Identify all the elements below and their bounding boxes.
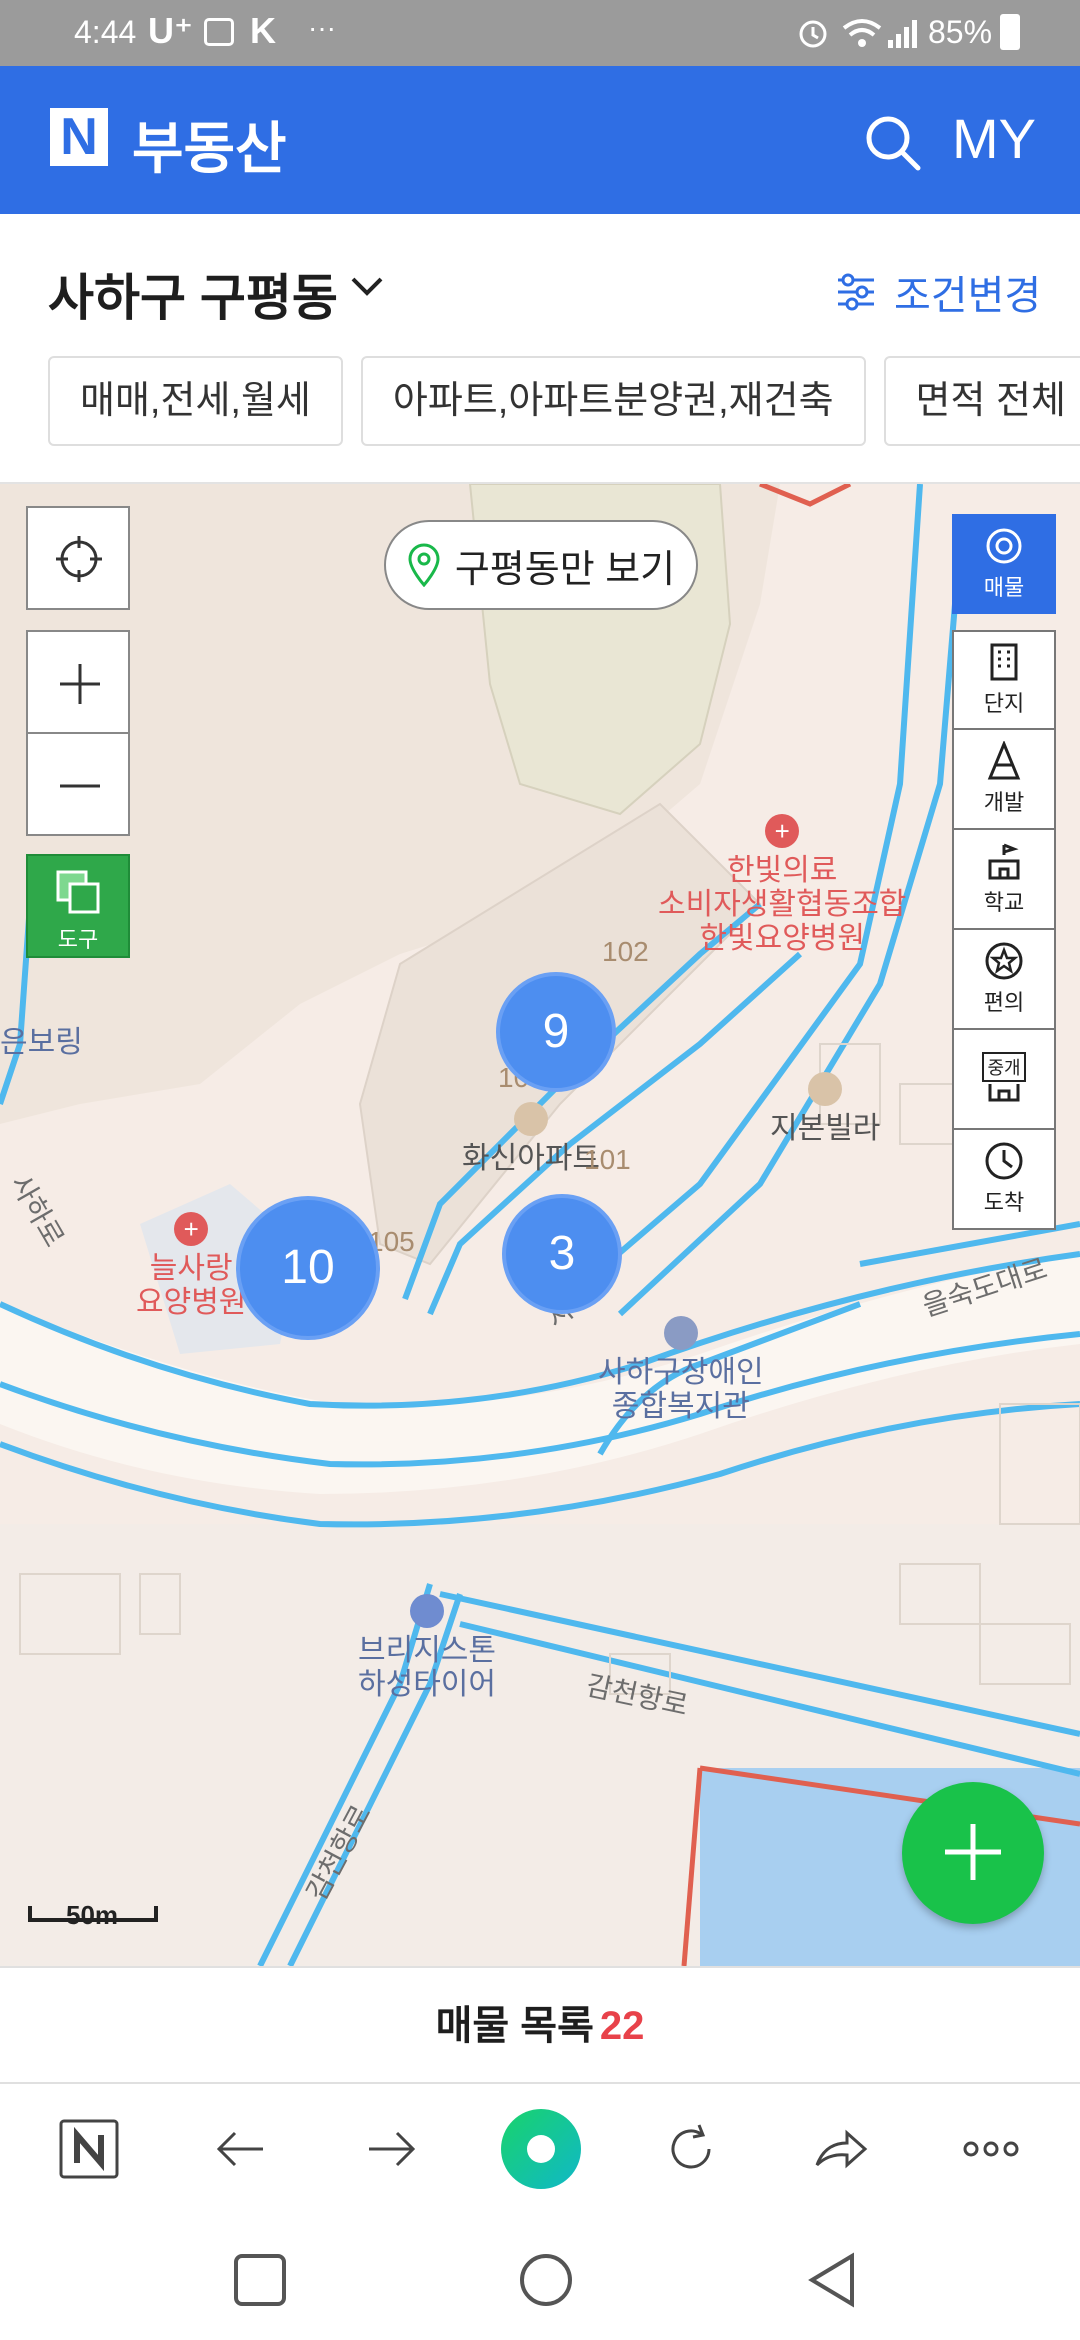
poi-bridgestone[interactable]: 브리지스톤 하성타이어 [358,1594,496,1702]
green-dot-icon [501,2109,581,2189]
listing-cluster[interactable]: 10 [236,1196,380,1340]
tools-label: 도구 [57,927,99,952]
target-icon [986,528,1022,564]
chip-property-type[interactable]: 아파트,아파트분양권,재건축 [360,356,866,446]
share-button[interactable] [806,2114,876,2184]
battery-percent: 85% [928,14,993,50]
apartment-icon [808,1072,843,1106]
poi-nursing-hospital[interactable]: + 늘사랑 요양병원 [136,1212,246,1320]
building-icon [663,1316,698,1350]
forward-button[interactable] [356,2114,426,2184]
more-dots-icon [963,2141,1019,2157]
map-view[interactable]: + 한빛의료 소비자생활협동조합 한빛요양병원 화신아파트 지본빌라 + 늘사랑… [0,484,1080,1966]
star-icon [985,942,1023,980]
map-layer-toolbar: 매물 단지 개발 학교 편의 중개 도착 [952,514,1056,1230]
location-filter-bar: 사하구 구평동 조건변경 매매,전세,월세 아파트,아파트분양권,재건축 면적 … [0,214,1080,484]
only-dong-button[interactable]: 구평동만 보기 [384,520,698,610]
chip-area[interactable]: 면적 전체 [883,356,1080,446]
page-title: 부동산 [132,117,287,180]
naver-home-button[interactable] [54,2114,124,2184]
add-fab-button[interactable] [902,1782,1044,1924]
layer-complex-button[interactable]: 단지 [952,630,1056,730]
naver-n-icon [59,2119,119,2179]
only-dong-label: 구평동만 보기 [454,548,676,591]
refresh-icon [671,2124,711,2169]
tools-button[interactable]: 도구 [26,854,130,958]
sliders-icon [838,273,874,311]
listing-count: 22 [599,2004,645,2048]
zoom-out-button[interactable] [26,732,130,836]
zoom-in-button[interactable] [26,630,130,734]
minus-icon [60,784,100,788]
plus-icon [60,664,100,704]
clock-icon [985,1142,1023,1180]
app-header: N 부동산 MY [0,66,1080,214]
hospital-icon: + [174,1212,209,1246]
layer-listings-button[interactable]: 매물 [952,514,1056,614]
apartment-icon [514,1102,548,1136]
signal-icon [888,20,917,48]
cone-icon [987,741,1021,780]
layer-arrival-button[interactable]: 도착 [952,1130,1056,1230]
k-app-icon: K [250,10,276,51]
layer-convenience-button[interactable]: 편의 [952,930,1056,1030]
my-location-button[interactable] [26,506,130,610]
status-bar: 4:44 U⁺ K ··· 85% [0,0,1080,66]
arrow-left-icon [216,2131,263,2167]
building-number: 101 [584,1144,631,1175]
carrier-label: U⁺ [148,10,193,51]
status-time: 4:44 [74,14,137,50]
listing-label: 매물 목록 [435,2004,594,2048]
browser-toolbar [0,2084,1080,2214]
filter-chips: 매매,전세,월세 아파트,아파트분양권,재건축 면적 전체 [48,356,1080,446]
battery-icon [1000,14,1020,50]
repair-icon [410,1594,444,1628]
recent-apps-icon[interactable] [232,2252,288,2308]
wallet-icon [204,18,234,46]
listing-count-bar[interactable]: 매물 목록 22 [0,1966,1080,2084]
search-icon[interactable] [862,112,922,172]
chevron-down-icon[interactable] [350,276,384,298]
building-icon [990,643,1018,681]
more-notifications-icon: ··· [308,12,336,43]
poi-boring[interactable]: 은보링 [0,1026,83,1060]
wifi-icon [842,19,882,47]
crosshair-icon [56,536,102,582]
poi-jibon-villa[interactable]: 지본빌라 [770,1072,880,1146]
building-number: 102 [602,936,649,967]
school-icon [988,843,1020,880]
map-scale-label: 50m [66,1900,119,1930]
location-selector[interactable]: 사하구 구평동 [48,258,338,330]
home-icon[interactable] [518,2252,574,2308]
filter-change-button[interactable]: 조건변경 [834,262,1041,322]
back-button[interactable] [206,2114,276,2184]
listing-cluster[interactable]: 3 [502,1194,622,1314]
share-icon [815,2129,868,2169]
arrow-right-icon [369,2131,416,2167]
filter-change-label: 조건변경 [894,274,1042,318]
more-button[interactable] [956,2114,1026,2184]
agent-icon: 중개 [982,1052,1026,1082]
layer-development-button[interactable]: 개발 [952,730,1056,830]
layer-agent-button[interactable]: 중개 [952,1030,1056,1130]
green-dot-button[interactable] [496,2104,586,2194]
my-button[interactable]: MY [952,106,1036,171]
poi-hanbit-hospital[interactable]: + 한빛의료 소비자생활협동조합 한빛요양병원 [658,814,906,956]
poi-welfare-center[interactable]: 사하구장애인 종합복지관 [598,1316,764,1424]
refresh-button[interactable] [656,2114,726,2184]
shop-icon [988,1084,1020,1102]
alarm-icon [799,20,827,48]
listing-cluster[interactable]: 9 [496,972,616,1092]
chip-trade-type[interactable]: 매매,전세,월세 [48,356,343,446]
hospital-icon: + [765,814,800,848]
poi-hwashin-apt[interactable]: 화신아파트 [462,1102,600,1176]
naver-logo[interactable]: N [50,108,108,166]
location-pin-icon [408,543,440,587]
system-nav-bar [0,2214,1080,2340]
back-nav-icon[interactable] [804,2252,860,2308]
layers-icon [56,870,100,914]
plus-icon [945,1824,1001,1880]
layer-school-button[interactable]: 학교 [952,830,1056,930]
